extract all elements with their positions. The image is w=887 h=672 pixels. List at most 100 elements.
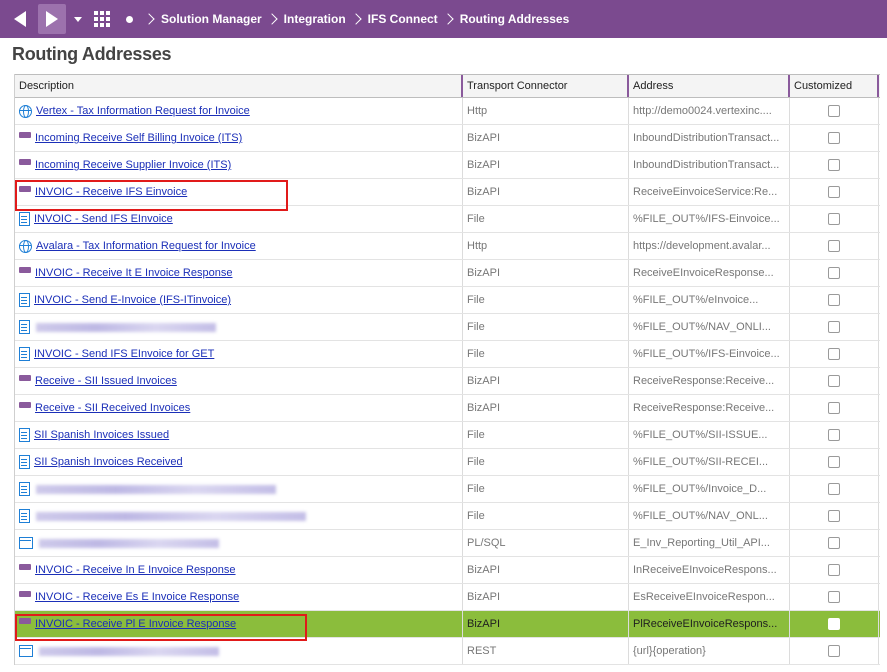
- customized-checkbox[interactable]: [828, 483, 840, 495]
- transport-connector-cell: BizAPI: [463, 611, 629, 637]
- address-cell: E_Inv_Reporting_Util_API...: [629, 530, 790, 556]
- description-cell: INVOIC - Receive It E Invoice Response: [15, 260, 463, 286]
- file-icon: [19, 293, 30, 307]
- table-row[interactable]: Avalara - Tax Information Request for In…: [15, 233, 880, 260]
- table-row[interactable]: REST {url}{operation}: [15, 638, 880, 665]
- customized-checkbox[interactable]: [828, 429, 840, 441]
- table-row[interactable]: Receive - SII Received Invoices BizAPI Rec…: [15, 395, 880, 422]
- address-cell: http://demo0024.vertexinc....: [629, 98, 790, 124]
- description-link[interactable]: Incoming Receive Supplier Invoice (ITS): [35, 159, 231, 171]
- table-row[interactable]: File %FILE_OUT%/NAV_ONLI...: [15, 314, 880, 341]
- forward-button[interactable]: [38, 4, 66, 34]
- customized-cell: [790, 449, 879, 475]
- transport-connector-cell: PL/SQL: [463, 530, 629, 556]
- file-icon: [19, 347, 30, 361]
- customized-checkbox[interactable]: [828, 402, 840, 414]
- customized-checkbox[interactable]: [828, 645, 840, 657]
- description-link[interactable]: Vertex - Tax Information Request for Inv…: [36, 105, 250, 117]
- redacted-description[interactable]: [36, 484, 276, 494]
- breadcrumb-item[interactable]: Integration: [284, 12, 346, 26]
- table-row[interactable]: INVOIC - Receive Es E Invoice Response Bi…: [15, 584, 880, 611]
- back-button[interactable]: [6, 3, 34, 35]
- customized-checkbox[interactable]: [828, 537, 840, 549]
- customized-checkbox[interactable]: [828, 321, 840, 333]
- table-row[interactable]: INVOIC - Receive In E Invoice Response Bi…: [15, 557, 880, 584]
- customized-cell: [790, 584, 879, 610]
- customized-checkbox[interactable]: [828, 159, 840, 171]
- description-link[interactable]: INVOIC - Receive In E Invoice Response: [35, 564, 236, 576]
- file-icon: [19, 320, 30, 334]
- redacted-description[interactable]: [36, 322, 216, 332]
- column-header-description[interactable]: Description: [15, 75, 463, 97]
- table-row[interactable]: INVOIC - Receive It E Invoice Response Bi…: [15, 260, 880, 287]
- table-row[interactable]: File %FILE_OUT%/NAV_ONL...: [15, 503, 880, 530]
- history-dropdown-icon[interactable]: [74, 16, 82, 22]
- transport-connector-cell: File: [463, 341, 629, 367]
- column-header-customized[interactable]: Customized: [790, 75, 879, 97]
- customized-cell: [790, 611, 879, 637]
- description-link[interactable]: SII Spanish Invoices Received: [34, 456, 183, 468]
- customized-checkbox[interactable]: [828, 132, 840, 144]
- customized-checkbox[interactable]: [828, 564, 840, 576]
- chevron-right-icon: [266, 13, 278, 25]
- description-link[interactable]: Receive - SII Issued Invoices: [35, 375, 177, 387]
- description-link[interactable]: Incoming Receive Self Billing Invoice (I…: [35, 132, 242, 144]
- customized-cell: [790, 530, 879, 556]
- transport-connector-cell: BizAPI: [463, 368, 629, 394]
- description-link[interactable]: Avalara - Tax Information Request for In…: [36, 240, 256, 252]
- table-row[interactable]: INVOIC - Send E-Invoice (IFS-ITinvoice) F…: [15, 287, 880, 314]
- table-row[interactable]: SII Spanish Invoices Received File %FILE_O…: [15, 449, 880, 476]
- table-row[interactable]: Incoming Receive Self Billing Invoice (I…: [15, 125, 880, 152]
- address-cell: PlReceiveEInvoiceRespons...: [629, 611, 790, 637]
- highlight-box: [15, 180, 288, 211]
- customized-checkbox[interactable]: [828, 240, 840, 252]
- table-row[interactable]: File %FILE_OUT%/Invoice_D...: [15, 476, 880, 503]
- customized-checkbox[interactable]: [828, 213, 840, 225]
- breadcrumb-item[interactable]: Solution Manager: [161, 12, 262, 26]
- customized-checkbox[interactable]: [828, 105, 840, 117]
- home-dot-icon[interactable]: [126, 15, 133, 23]
- customized-checkbox[interactable]: [828, 375, 840, 387]
- description-link[interactable]: INVOIC - Send IFS EInvoice: [34, 213, 173, 225]
- customized-cell: [790, 233, 879, 259]
- customized-cell: [790, 125, 879, 151]
- redacted-description[interactable]: [39, 538, 219, 548]
- customized-checkbox[interactable]: [828, 591, 840, 603]
- description-link[interactable]: INVOIC - Send E-Invoice (IFS-ITinvoice): [34, 294, 231, 306]
- table-row[interactable]: Incoming Receive Supplier Invoice (ITS) B…: [15, 152, 880, 179]
- globe-icon: [19, 104, 32, 118]
- apps-grid-icon[interactable]: [94, 11, 110, 27]
- customized-checkbox[interactable]: [828, 267, 840, 279]
- description-link[interactable]: Receive - SII Received Invoices: [35, 402, 190, 414]
- description-link[interactable]: INVOIC - Receive Es E Invoice Response: [35, 591, 239, 603]
- globe-icon: [19, 239, 32, 253]
- page-title: Routing Addresses: [12, 44, 172, 64]
- address-cell: ReceiveEInvoiceResponse...: [629, 260, 790, 286]
- breadcrumb-item[interactable]: IFS Connect: [368, 12, 438, 26]
- routing-addresses-table: Description Transport Connector Address …: [14, 74, 880, 665]
- description-cell: [15, 314, 463, 340]
- customized-checkbox[interactable]: [828, 456, 840, 468]
- table-row[interactable]: SII Spanish Invoices Issued File %FILE_OUT…: [15, 422, 880, 449]
- customized-checkbox[interactable]: [828, 294, 840, 306]
- redacted-description[interactable]: [39, 646, 219, 656]
- transport-connector-cell: BizAPI: [463, 395, 629, 421]
- description-link[interactable]: SII Spanish Invoices Issued: [34, 429, 169, 441]
- customized-checkbox[interactable]: [828, 348, 840, 360]
- customized-cell: [790, 260, 879, 286]
- description-link[interactable]: INVOIC - Receive It E Invoice Response: [35, 267, 232, 279]
- customized-checkbox[interactable]: [828, 510, 840, 522]
- transport-connector-cell: BizAPI: [463, 125, 629, 151]
- table-row[interactable]: INVOIC - Send IFS EInvoice for GET File %F…: [15, 341, 880, 368]
- column-header-transport-connector[interactable]: Transport Connector: [463, 75, 629, 97]
- table-row[interactable]: Receive - SII Issued Invoices BizAPI Recei…: [15, 368, 880, 395]
- table-row[interactable]: PL/SQL E_Inv_Reporting_Util_API...: [15, 530, 880, 557]
- column-header-address[interactable]: Address: [629, 75, 790, 97]
- customized-checkbox[interactable]: [828, 618, 840, 630]
- customized-cell: [790, 314, 879, 340]
- customized-checkbox[interactable]: [828, 186, 840, 198]
- table-row[interactable]: Vertex - Tax Information Request for Inv…: [15, 98, 880, 125]
- description-link[interactable]: INVOIC - Send IFS EInvoice for GET: [34, 348, 214, 360]
- redacted-description[interactable]: [36, 511, 306, 521]
- highlight-box: [15, 614, 307, 641]
